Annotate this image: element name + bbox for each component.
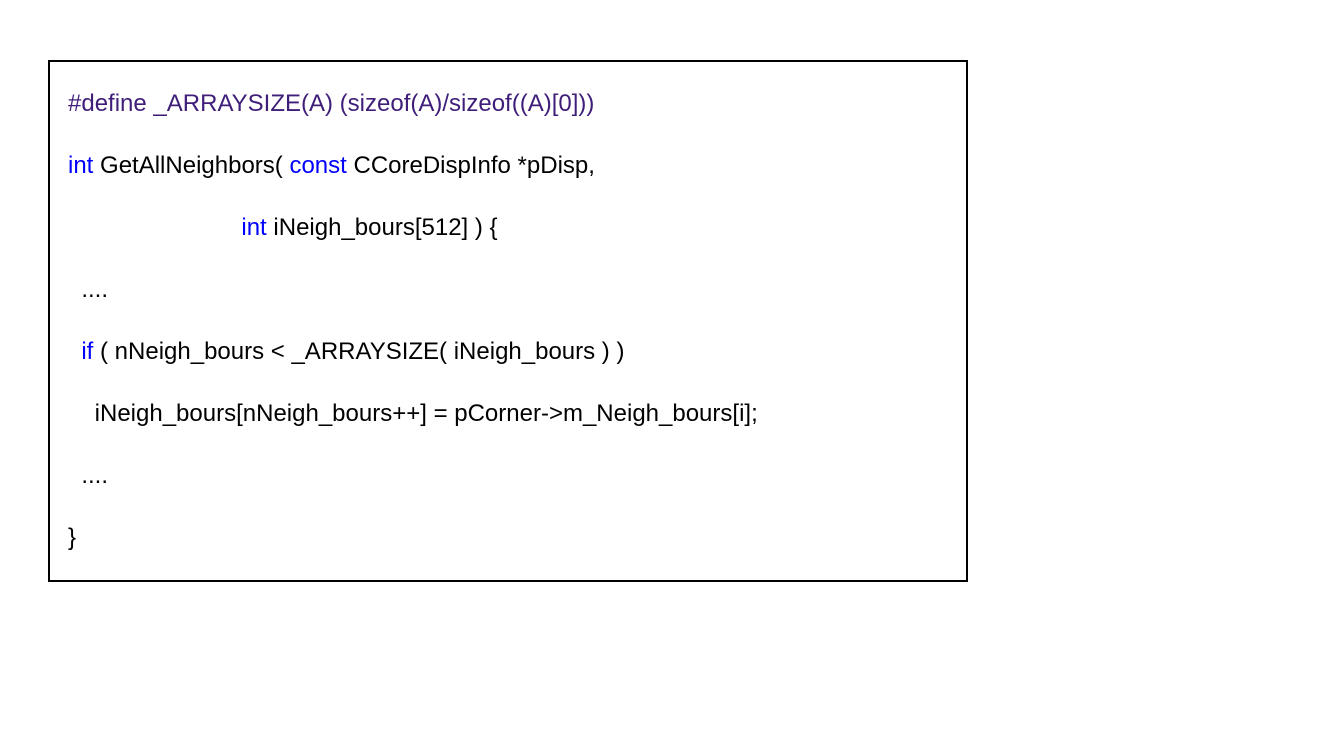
keyword-int: int	[241, 214, 266, 241]
preprocessor-keyword: #define	[68, 90, 147, 117]
code-block: #define _ARRAYSIZE(A) (sizeof(A)/sizeof(…	[48, 60, 968, 582]
code-line-ellipsis: ....	[68, 458, 948, 494]
indent	[68, 214, 241, 241]
code-line-param2: int iNeigh_bours[512] ) {	[68, 210, 948, 246]
keyword-if: if	[81, 338, 93, 365]
func-name-part: GetAllNeighbors(	[93, 152, 289, 179]
macro-definition: _ARRAYSIZE(A) (sizeof(A)/sizeof((A)[0]))	[147, 90, 595, 117]
param-array: iNeigh_bours[512] ) {	[267, 214, 498, 241]
keyword-int: int	[68, 152, 93, 179]
param-part: CCoreDispInfo *pDisp,	[347, 152, 595, 179]
indent	[68, 338, 81, 365]
code-line-if: if ( nNeigh_bours < _ARRAYSIZE( iNeigh_b…	[68, 334, 948, 370]
if-condition: ( nNeigh_bours < _ARRAYSIZE( iNeigh_bour…	[93, 338, 624, 365]
code-line-define: #define _ARRAYSIZE(A) (sizeof(A)/sizeof(…	[68, 86, 948, 122]
code-line-close-brace: }	[68, 520, 948, 556]
keyword-const: const	[289, 152, 346, 179]
code-line-ellipsis: ....	[68, 272, 948, 308]
code-line-assign: iNeigh_bours[nNeigh_bours++] = pCorner->…	[68, 396, 948, 432]
code-line-func-decl: int GetAllNeighbors( const CCoreDispInfo…	[68, 148, 948, 184]
